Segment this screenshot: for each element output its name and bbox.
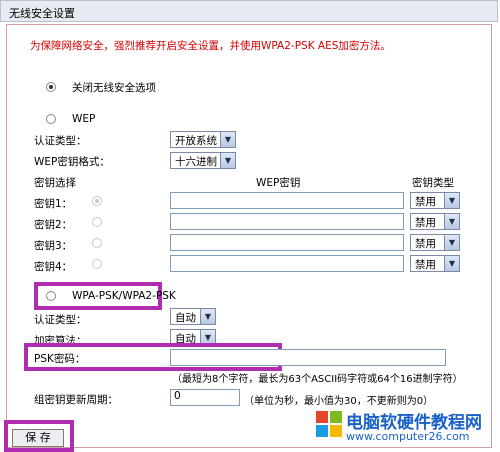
wep-key1-input[interactable] xyxy=(170,192,404,209)
key4-label: 密钥4： xyxy=(34,261,73,273)
window-titlebar: 无线安全设置 xyxy=(0,0,498,22)
wep-key4-input[interactable] xyxy=(170,255,404,272)
key-select-header: 密钥选择 xyxy=(34,177,76,189)
wep-auth-select[interactable]: 开放系统 ▼ xyxy=(170,131,236,148)
wep-key2-input[interactable] xyxy=(170,213,404,230)
wep-auth-value: 开放系统 xyxy=(175,135,217,147)
radio-key1[interactable] xyxy=(92,196,102,206)
key4-type-select[interactable]: 禁用 ▼ xyxy=(410,255,460,272)
wep-format-select[interactable]: 十六进制 ▼ xyxy=(170,152,236,169)
psk-hint: （最短为8个字符，最长为63个ASCII码字符或64个16进制字符） xyxy=(172,374,463,385)
option-disable-label: 关闭无线安全选项 xyxy=(72,82,156,94)
key2-type-select[interactable]: 禁用 ▼ xyxy=(410,213,460,230)
key3-label: 密钥3： xyxy=(34,240,73,252)
chevron-down-icon: ▼ xyxy=(444,214,459,229)
wpa-auth-select[interactable]: 自动 ▼ xyxy=(170,308,216,325)
key2-label: 密钥2： xyxy=(34,219,73,231)
wpa-auth-value: 自动 xyxy=(175,312,196,324)
radio-key3[interactable] xyxy=(92,238,102,248)
key-type-header: 密钥类型 xyxy=(412,177,454,189)
wep-format-value: 十六进制 xyxy=(175,156,217,168)
chevron-down-icon: ▼ xyxy=(200,309,215,324)
key4-type-value: 禁用 xyxy=(415,259,436,271)
group-key-period-input[interactable]: 0 xyxy=(170,389,240,406)
windows-logo-icon xyxy=(316,411,342,437)
wep-auth-label: 认证类型： xyxy=(34,135,87,147)
wep-format-label: WEP密钥格式： xyxy=(34,156,110,168)
wep-key-header: WEP密钥 xyxy=(256,177,301,189)
psk-label: PSK密码： xyxy=(34,353,86,365)
wpa-auth-label: 认证类型： xyxy=(34,314,87,326)
radio-disable-security[interactable] xyxy=(46,82,56,92)
chevron-down-icon: ▼ xyxy=(444,256,459,271)
save-button[interactable]: 保 存 xyxy=(12,429,64,447)
chevron-down-icon: ▼ xyxy=(444,235,459,250)
option-wpa-label: WPA-PSK/WPA2-PSK xyxy=(72,290,176,302)
key3-type-select[interactable]: 禁用 ▼ xyxy=(410,234,460,251)
radio-wpa-psk[interactable] xyxy=(46,291,56,301)
option-wep-label: WEP xyxy=(72,113,96,125)
watermark-url: www.computer26.com xyxy=(346,430,470,443)
key3-type-value: 禁用 xyxy=(415,238,436,250)
chevron-down-icon: ▼ xyxy=(444,193,459,208)
group-key-hint: （单位为秒，最小值为30，不更新则为0） xyxy=(244,396,434,407)
security-notice: 为保障网络安全，强烈推荐开启安全设置，并使用WPA2-PSK AES加密方法。 xyxy=(30,40,391,52)
key2-type-value: 禁用 xyxy=(415,217,436,229)
radio-key4[interactable] xyxy=(92,259,102,269)
key1-type-value: 禁用 xyxy=(415,196,436,208)
chevron-down-icon: ▼ xyxy=(220,153,235,168)
psk-password-input[interactable] xyxy=(170,349,446,366)
key1-type-select[interactable]: 禁用 ▼ xyxy=(410,192,460,209)
key1-label: 密钥1： xyxy=(34,198,73,210)
radio-key2[interactable] xyxy=(92,217,102,227)
page-title: 无线安全设置 xyxy=(9,7,75,20)
radio-wep[interactable] xyxy=(46,114,56,124)
chevron-down-icon: ▼ xyxy=(220,132,235,147)
wep-key3-input[interactable] xyxy=(170,234,404,251)
group-key-label: 组密钥更新周期： xyxy=(34,394,118,406)
